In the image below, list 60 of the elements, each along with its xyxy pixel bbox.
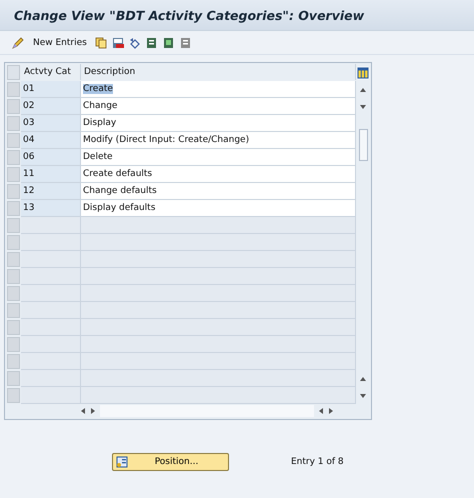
undo-icon[interactable] <box>128 37 141 49</box>
row-selector[interactable] <box>7 133 20 148</box>
scroll-right-icon[interactable] <box>90 407 96 415</box>
row-selector[interactable] <box>7 320 20 335</box>
row-selector[interactable] <box>7 218 20 233</box>
table-cell: 06 <box>21 149 81 166</box>
input-field[interactable]: Display defaults <box>81 200 356 217</box>
row-selector[interactable] <box>7 116 20 131</box>
table-cell: 02 <box>21 98 81 115</box>
row-selector[interactable] <box>7 354 20 369</box>
row-selector[interactable] <box>7 167 20 182</box>
row-selector[interactable] <box>7 82 20 97</box>
scroll-up-icon[interactable] <box>359 376 367 382</box>
scroll-up-icon[interactable] <box>359 86 367 92</box>
new-entries-button[interactable]: New Entries <box>33 38 87 48</box>
position-button[interactable]: Position... <box>112 453 229 471</box>
deselect-all-icon[interactable] <box>180 37 192 49</box>
scroll-down-icon[interactable] <box>359 104 367 110</box>
row-selector[interactable] <box>7 252 20 267</box>
table-cell: 13 <box>21 200 81 217</box>
table-cell: 12 <box>21 183 81 200</box>
row-selector[interactable] <box>7 201 20 216</box>
row-selector[interactable] <box>7 388 20 403</box>
row-selector-header[interactable] <box>7 65 20 80</box>
position-icon[interactable] <box>116 456 128 468</box>
delete-row-icon[interactable] <box>112 37 124 49</box>
entry-count: Entry 1 of 8 <box>291 457 344 467</box>
input-field[interactable]: Delete <box>81 149 356 166</box>
row-selector[interactable] <box>7 99 20 114</box>
table-cell: 01 <box>21 81 81 98</box>
copy-icon[interactable] <box>94 37 107 49</box>
row-selector[interactable] <box>7 371 20 386</box>
table-cell: 11 <box>21 166 81 183</box>
input-field[interactable]: Change defaults <box>81 183 356 200</box>
column-header[interactable]: Actvty Cat <box>21 64 81 80</box>
window-title: Change View "BDT Activity Categories": Overview <box>14 8 364 22</box>
select-all-icon[interactable] <box>146 37 158 49</box>
scrollbar-thumb[interactable] <box>358 129 368 161</box>
horizontal-scrollbar[interactable] <box>100 405 314 417</box>
scroll-right-icon[interactable] <box>328 407 334 415</box>
pencil-icon[interactable] <box>12 37 24 49</box>
input-field[interactable]: Display <box>81 115 356 132</box>
table-cell: 03 <box>21 115 81 132</box>
scroll-left-icon[interactable] <box>318 407 324 415</box>
scroll-down-icon[interactable] <box>359 392 367 398</box>
row-selector[interactable] <box>7 235 20 250</box>
row-selector[interactable] <box>7 269 20 284</box>
input-field[interactable]: Change <box>81 98 356 115</box>
input-field[interactable]: Modify (Direct Input: Create/Change) <box>81 132 356 149</box>
row-selector[interactable] <box>7 184 20 199</box>
row-selector[interactable] <box>7 337 20 352</box>
row-selector[interactable] <box>7 286 20 301</box>
input-field[interactable]: Create <box>81 81 356 98</box>
row-selector[interactable] <box>7 150 20 165</box>
select-block-icon[interactable] <box>162 37 175 49</box>
row-selector[interactable] <box>7 303 20 318</box>
table-cell: 04 <box>21 132 81 149</box>
scroll-left-icon[interactable] <box>80 407 86 415</box>
input-field[interactable]: Create defaults <box>81 166 356 183</box>
column-settings-icon[interactable] <box>357 66 369 78</box>
